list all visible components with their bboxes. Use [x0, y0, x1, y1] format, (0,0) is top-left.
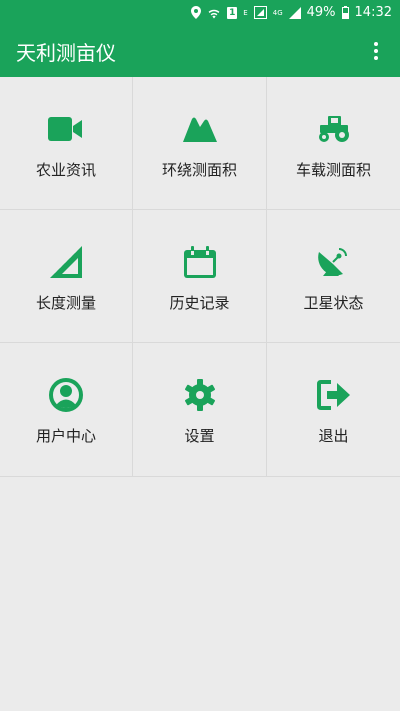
ruler-triangle-icon	[48, 246, 84, 278]
network-4g-label: 4G	[272, 8, 283, 17]
menu-item-label: 环绕测面积	[161, 161, 237, 179]
location-icon	[191, 6, 202, 19]
app-title: 天利测亩仪	[16, 40, 116, 65]
menu-item-settings[interactable]: 设置	[133, 343, 267, 477]
menu-item-vehicle-area[interactable]: 车载测面积	[267, 77, 400, 210]
overflow-menu-button[interactable]	[366, 36, 386, 66]
wifi-icon	[207, 7, 221, 19]
network-e-label: E	[243, 8, 248, 17]
dot	[374, 49, 378, 53]
menu-item-surround-area[interactable]: 环绕测面积	[133, 77, 267, 210]
menu-item-exit[interactable]: 退出	[267, 343, 400, 477]
exit-icon	[316, 379, 352, 411]
user-circle-icon	[48, 378, 84, 412]
menu-item-label: 车载测面积	[295, 161, 371, 179]
menu-item-user-center[interactable]: 用户中心	[0, 343, 133, 477]
sim-icon: 1	[227, 6, 238, 19]
menu-item-label: 历史记录	[169, 294, 230, 312]
menu-item-length-measure[interactable]: 长度测量	[0, 210, 133, 343]
status-bar: 1 E 4G 49% 14:32	[0, 0, 400, 25]
menu-item-history[interactable]: 历史记录	[133, 210, 267, 343]
menu-item-label: 设置	[184, 427, 215, 445]
battery-icon	[341, 6, 349, 19]
dot	[374, 56, 378, 60]
sim-label: 1	[227, 6, 238, 19]
clock: 14:32	[354, 5, 392, 20]
menu-item-label: 用户中心	[35, 427, 96, 445]
menu-item-label: 退出	[318, 427, 349, 445]
tractor-icon	[316, 113, 352, 145]
menu-item-label: 卫星状态	[303, 294, 364, 312]
app-bar: 天利测亩仪	[0, 25, 400, 77]
battery-percent: 49%	[306, 5, 336, 20]
signal-2-icon	[288, 6, 301, 19]
dot	[374, 42, 378, 46]
menu-item-label: 长度测量	[35, 294, 96, 312]
main-menu-grid: 农业资讯 环绕测面积 车载测面积 长度测量 历史记录 卫星状态 用户中心 设置 …	[0, 77, 400, 477]
gear-icon	[182, 379, 218, 411]
menu-item-satellite-status[interactable]: 卫星状态	[267, 210, 400, 343]
signal-1-icon	[253, 6, 267, 19]
calendar-icon	[182, 246, 218, 278]
video-camera-icon	[48, 113, 84, 145]
menu-item-label: 农业资讯	[35, 161, 96, 179]
mountain-icon	[182, 113, 218, 145]
menu-item-agri-news[interactable]: 农业资讯	[0, 77, 133, 210]
satellite-dish-icon	[316, 246, 352, 278]
